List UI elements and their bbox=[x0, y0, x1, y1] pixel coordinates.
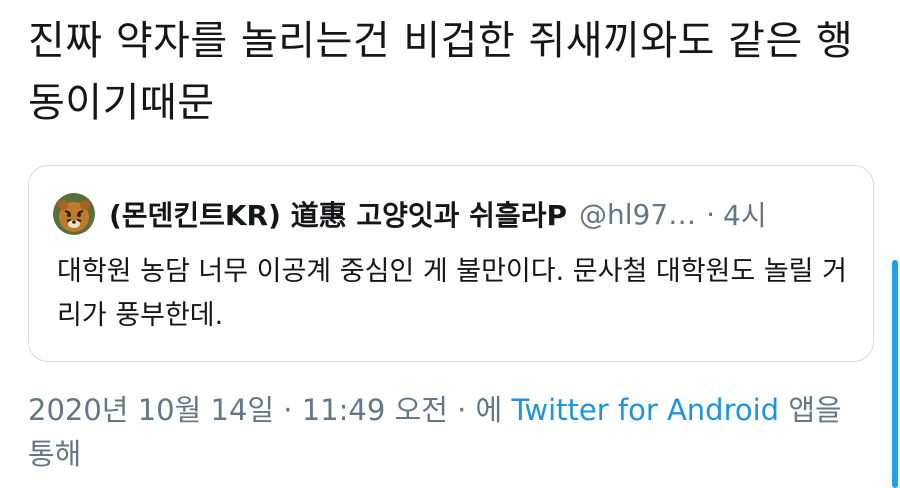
quoted-tweet-header: (몬덴킨트KR) 道惠 고양잇과 쉬흘라P @hl97… · 4시 bbox=[53, 192, 767, 236]
quoted-tweet-text: 대학원 농담 너무 이공계 중심인 게 불만이다. 문사철 대학원도 놀릴 거리… bbox=[57, 256, 847, 331]
quoted-author-name[interactable]: (몬덴킨트KR) 道惠 고양잇과 쉬흘라P bbox=[109, 194, 567, 234]
source-app-link[interactable]: Twitter for Android bbox=[511, 393, 779, 427]
tiger-avatar-icon[interactable] bbox=[53, 193, 95, 235]
tweet-text: 진짜 약자를 놀리는건 비겁한 쥐새끼와도 같은 행동이기때문 bbox=[28, 18, 854, 126]
tweet-metadata: 2020년 10월 14일 · 11:49 오전 · 에 Twitter for… bbox=[28, 388, 858, 476]
tweet-timestamp[interactable]: 2020년 10월 14일 · 11:49 오전 · 에 bbox=[28, 393, 502, 427]
scrollbar[interactable] bbox=[892, 260, 898, 488]
quoted-author-handle[interactable]: @hl97… bbox=[579, 198, 696, 231]
quoted-tweet-card[interactable]: (몬덴킨트KR) 道惠 고양잇과 쉬흘라P @hl97… · 4시 대학원 농담… bbox=[28, 165, 874, 362]
quoted-tweet-time[interactable]: 4시 bbox=[723, 194, 767, 234]
separator-dot: · bbox=[706, 197, 716, 231]
